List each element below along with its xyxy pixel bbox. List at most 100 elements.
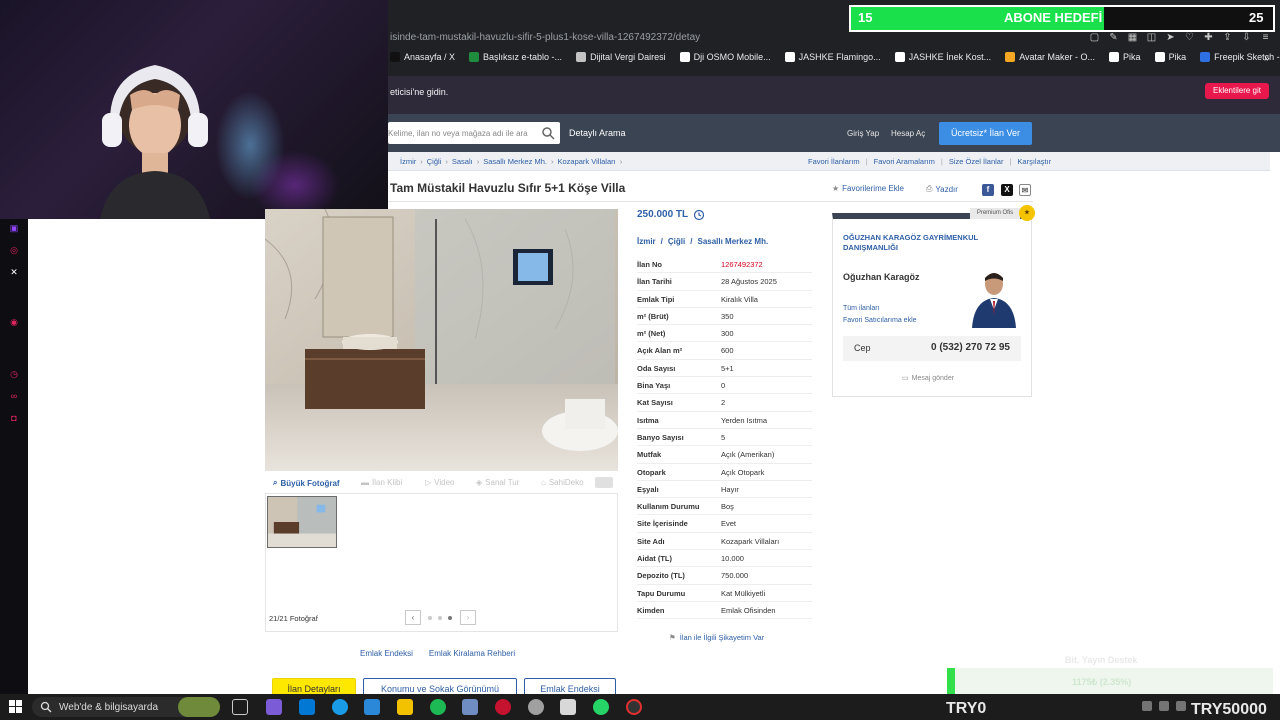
page-dot[interactable]	[428, 616, 432, 620]
premium-office-badge: Premium Ofis	[970, 208, 1020, 219]
speaker-icon[interactable]	[1176, 701, 1186, 711]
pin-icon[interactable]: ✎	[1107, 31, 1120, 44]
bookmark-item[interactable]: Anasayfa / X	[390, 52, 455, 62]
print-link[interactable]: ⎙ Yazdır	[926, 184, 958, 194]
email-share-icon[interactable]: ✉	[1019, 184, 1031, 196]
file-explorer-icon[interactable]	[397, 699, 413, 715]
tab-video[interactable]: ▷ Video	[425, 478, 454, 487]
spotify-icon[interactable]	[430, 699, 446, 715]
edge-browser-icon[interactable]	[332, 699, 348, 715]
info-value: 10.000	[721, 554, 744, 564]
tab-sahideko[interactable]: ⌂ SahiDeko	[541, 478, 584, 487]
previous-photo-button[interactable]: ‹	[405, 610, 421, 625]
breadcrumb-item[interactable]: Çiğli	[427, 157, 442, 166]
app-icon[interactable]	[462, 699, 478, 715]
share-icon[interactable]: ⇪	[1221, 31, 1234, 44]
photo-thumbnail[interactable]	[267, 496, 337, 548]
target-icon: ◉	[10, 317, 18, 327]
info-key: m² (Brüt)	[637, 311, 669, 321]
bookmark-item[interactable]: Pika	[1109, 52, 1141, 62]
sidebar-icon[interactable]: ▢	[1088, 31, 1101, 44]
bookmark-item[interactable]: Avatar Maker - O...	[1005, 52, 1095, 62]
bookmark-item[interactable]: Başlıksız e-tablo -...	[469, 52, 562, 62]
quick-link[interactable]: Favori Aramalarım	[874, 157, 935, 166]
location-link[interactable]: Sasallı Merkez Mh.	[697, 237, 768, 246]
search-icon[interactable]	[541, 126, 555, 140]
browser-toolbar: ▢ ✎ ▦ ◫ ➤ ♡ ✚ ⇪ ⇩ ≡	[1088, 31, 1272, 44]
address-bar-url[interactable]: isinde-tam-mustakil-havuzlu-sifir-5-plus…	[390, 32, 700, 43]
store-icon[interactable]	[364, 699, 380, 715]
whatsapp-icon[interactable]	[593, 699, 609, 715]
opera-icon[interactable]	[495, 699, 511, 715]
search-input[interactable]	[388, 122, 538, 144]
breadcrumb-item[interactable]: Kozapark Villaları	[557, 157, 615, 166]
wifi-icon[interactable]	[1159, 701, 1169, 711]
x-share-icon[interactable]: X	[1001, 184, 1013, 196]
page-dot-active[interactable]	[448, 616, 452, 620]
bookmark-item[interactable]: JASHKE İnek Kost...	[894, 52, 991, 62]
tab-virtual-tour[interactable]: ◈ Sanal Tur	[476, 478, 519, 487]
split-view-icon[interactable]: ◫	[1145, 31, 1158, 44]
detailed-search-link[interactable]: Detaylı Arama	[569, 128, 626, 138]
goal-target: 25	[1249, 10, 1264, 25]
price-history-icon[interactable]	[693, 209, 705, 221]
quick-link[interactable]: Favori İlanlarım	[808, 157, 860, 166]
info-row: Kimden Emlak Ofisinden	[637, 602, 812, 620]
breadcrumb-item[interactable]: İzmir	[400, 157, 416, 166]
info-row: Eşyalı Hayır	[637, 481, 812, 499]
bookmark-label: Dji OSMO Mobile...	[693, 52, 771, 62]
copilot-icon[interactable]	[266, 699, 282, 715]
rental-guide-link[interactable]: Emlak Kiralama Rehberi	[429, 649, 515, 658]
bookmark-item[interactable]: Dji OSMO Mobile...	[679, 52, 771, 62]
register-link[interactable]: Hesap Aç	[891, 129, 925, 138]
phone-number[interactable]: 0 (532) 270 72 95	[931, 342, 1010, 353]
bookmark-item[interactable]: Dijital Vergi Dairesi	[576, 52, 666, 62]
download-icon[interactable]: ⇩	[1240, 31, 1253, 44]
cursor-app-icon[interactable]	[560, 699, 576, 715]
obs-icon[interactable]	[528, 699, 544, 715]
facebook-share-icon[interactable]: f	[982, 184, 994, 196]
listing-location: İzmir / Çiğli / Sasallı Merkez Mh.	[637, 237, 768, 246]
magnifier-icon: ⌕	[273, 478, 278, 487]
edge-icon[interactable]	[299, 699, 315, 715]
listing-main-photo[interactable]	[265, 209, 618, 471]
page-dot[interactable]	[438, 616, 442, 620]
tab-listing-clip[interactable]: ▬ İlan Klibi	[361, 478, 402, 487]
breadcrumb-item[interactable]: Sasallı Merkez Mh.	[483, 157, 547, 166]
real-estate-index-link[interactable]: Emlak Endeksi	[360, 649, 413, 658]
location-link[interactable]: İzmir	[637, 237, 656, 246]
windows-start-icon[interactable]	[9, 700, 22, 713]
bookmark-item[interactable]: JASHKE Flamingo...	[784, 52, 881, 62]
menu-icon[interactable]: ≡	[1259, 31, 1272, 44]
post-free-ad-button[interactable]: Ücretsiz* İlan Ver	[939, 122, 1032, 145]
go-to-extensions-button[interactable]: Eklentilere git	[1205, 83, 1269, 99]
bookmarks-bar: Anasayfa / X Başlıksız e-tablo -... Dijita…	[390, 52, 1280, 62]
chevron-up-icon[interactable]	[1142, 701, 1152, 711]
quick-link[interactable]: Karşılaştır	[1017, 157, 1051, 166]
heart-icon[interactable]: ♡	[1183, 31, 1196, 44]
add-favorite-link[interactable]: ★ Favorilerime Ekle	[832, 184, 904, 193]
send-message-link[interactable]: ▭ Mesaj gönder	[902, 374, 954, 383]
recorder-icon[interactable]	[626, 699, 642, 715]
bookmark-favicon-icon	[784, 52, 795, 62]
breadcrumb-separator-icon: ›	[420, 157, 423, 166]
add-favorite-seller-link[interactable]: Favori Satıcılarıma ekle	[843, 317, 917, 324]
location-link[interactable]: Çiğli	[668, 237, 685, 246]
bookmark-favicon-icon	[1005, 52, 1016, 62]
next-photo-button[interactable]: ›	[460, 610, 476, 625]
bookmark-item[interactable]: Pika	[1154, 52, 1186, 62]
tab-large-photo[interactable]: ⌕ Büyük Fotoğraf	[273, 478, 340, 488]
task-view-icon[interactable]	[232, 699, 248, 715]
login-link[interactable]: Giriş Yap	[847, 129, 879, 138]
extensions-icon[interactable]: ✚	[1202, 31, 1215, 44]
send-icon[interactable]: ➤	[1164, 31, 1177, 44]
bookmarks-more-icon[interactable]: »	[1264, 53, 1270, 64]
info-row: Otopark Açık Otopark	[637, 464, 812, 481]
all-listings-link[interactable]: Tüm ilanları	[843, 305, 880, 312]
report-listing-link[interactable]: ⚑ İlan ile İlgili Şikayetim Var	[669, 633, 764, 642]
tab-grid-icon[interactable]: ▦	[1126, 31, 1139, 44]
bird-widget-icon[interactable]	[178, 697, 220, 717]
agency-name[interactable]: OĞUZHAN KARAGÖZ GAYRİMENKUL DANIŞMANLIĞI	[843, 233, 1003, 252]
quick-link[interactable]: Size Özel İlanlar	[949, 157, 1004, 166]
breadcrumb-item[interactable]: Sasalı	[452, 157, 473, 166]
